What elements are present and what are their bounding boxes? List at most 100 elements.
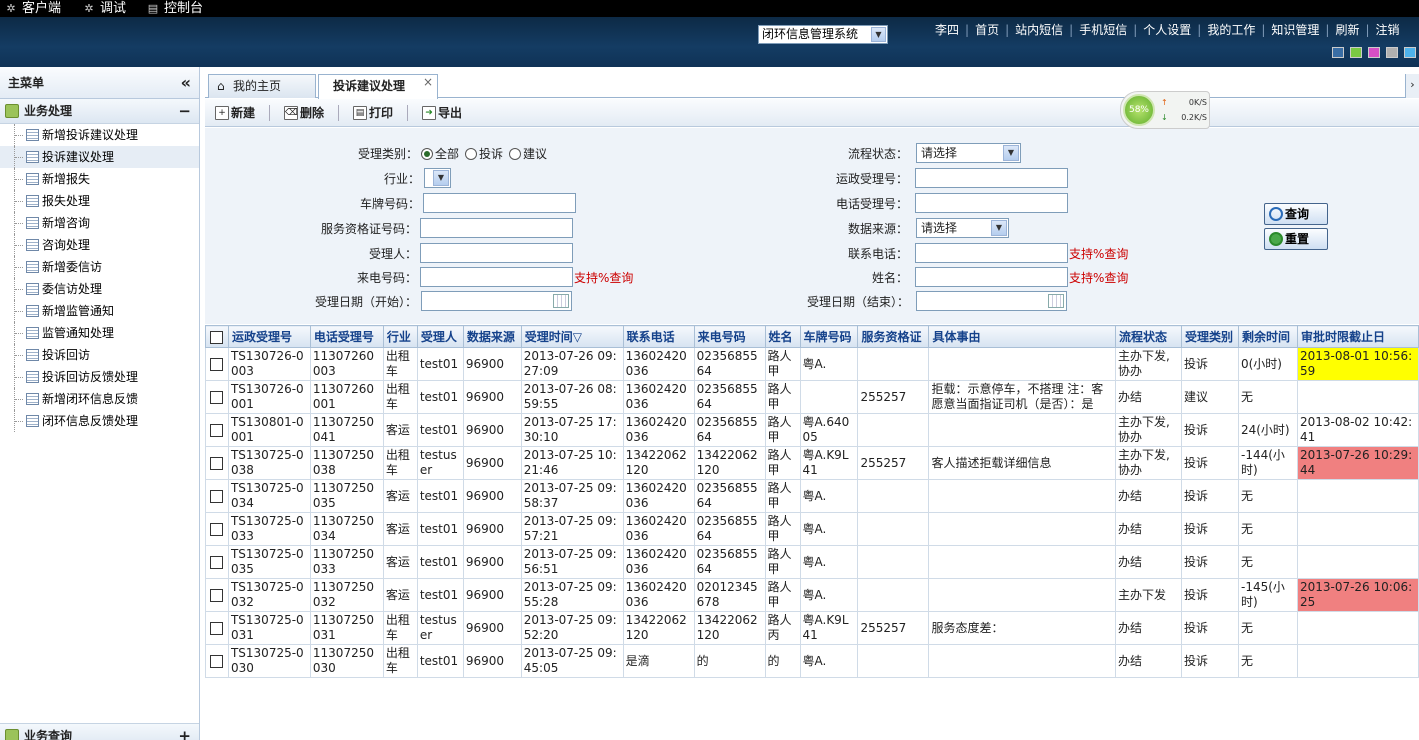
sidebar-item[interactable]: 咨询处理 (0, 234, 199, 256)
row-checkbox[interactable] (205, 545, 229, 579)
nav-sms[interactable]: 手机短信 (1079, 22, 1127, 38)
column-header[interactable]: 受理人 (416, 325, 464, 348)
row-checkbox[interactable] (205, 611, 229, 645)
row-checkbox[interactable] (205, 512, 229, 546)
new-button[interactable]: + 新建 (215, 104, 255, 121)
row-checkbox[interactable] (205, 413, 229, 447)
sidebar-group-business[interactable]: 业务处理 − (0, 99, 199, 124)
double-chevron-left-icon[interactable]: « (181, 67, 191, 99)
column-header[interactable]: 姓名 (764, 325, 801, 348)
export-button[interactable]: ➜ 导出 (422, 104, 462, 121)
select-all-checkbox[interactable] (205, 325, 229, 348)
sidebar-item[interactable]: 委信访处理 (0, 278, 199, 300)
column-header[interactable]: 具体事由 (928, 325, 1117, 348)
delete-button[interactable]: ⌫ 删除 (284, 104, 324, 121)
table-row[interactable]: TS130725-0031 11307250031 出租车 testuser 96900… (205, 611, 1419, 645)
table-row[interactable]: TS130725-0038 11307250038 出租车 testuser 96900… (205, 446, 1419, 480)
theme-swatch[interactable] (1404, 47, 1416, 58)
row-checkbox[interactable] (205, 578, 229, 612)
plate-input[interactable] (423, 193, 576, 213)
nav-logout[interactable]: 注销 (1376, 22, 1400, 38)
handler-input[interactable] (420, 243, 573, 263)
calendar-icon[interactable] (553, 294, 569, 308)
column-header[interactable]: 运政受理号 (227, 325, 311, 348)
industry-select[interactable]: ▼ (424, 168, 451, 188)
start-date-input[interactable] (421, 291, 572, 311)
reset-button[interactable]: 重置 (1264, 228, 1328, 250)
column-header[interactable]: 车牌号码 (799, 325, 859, 348)
source-select[interactable]: 请选择 ▼ (916, 218, 1009, 238)
phone-no-input[interactable] (915, 193, 1068, 213)
nav-settings[interactable]: 个人设置 (1143, 22, 1191, 38)
sidebar-item[interactable]: 新增报失 (0, 168, 199, 190)
column-header[interactable]: 审批时限截止日 (1296, 325, 1419, 348)
row-checkbox[interactable] (205, 380, 229, 414)
column-header[interactable]: 剩余时间 (1237, 325, 1298, 348)
sidebar-item[interactable]: 投诉回访 (0, 344, 199, 366)
row-checkbox[interactable] (205, 479, 229, 513)
client-link[interactable]: ✲ 客户端 (4, 0, 61, 17)
table-row[interactable]: TS130726-0003 11307260003 出租车 test01 96900 20… (205, 347, 1419, 381)
row-checkbox[interactable] (205, 644, 229, 678)
debug-link[interactable]: ✲ 调试 (82, 0, 126, 17)
column-header[interactable]: 电话受理号 (309, 325, 384, 348)
sidebar-item[interactable]: 新增投诉建议处理 (0, 124, 199, 146)
type-radio-suggest[interactable]: 建议 (509, 145, 547, 162)
caller-input[interactable] (420, 267, 573, 287)
table-row[interactable]: TS130725-0030 11307250030 出租车 test01 96900 20… (205, 644, 1419, 678)
nav-refresh[interactable]: 刷新 (1335, 22, 1359, 38)
theme-swatch[interactable] (1386, 47, 1398, 58)
table-row[interactable]: TS130725-0033 11307250034 客运 test01 96900 201… (205, 512, 1419, 546)
theme-swatch[interactable] (1332, 47, 1344, 58)
table-row[interactable]: TS130725-0034 11307250035 客运 test01 96900 201… (205, 479, 1419, 513)
sidebar-item[interactable]: 投诉建议处理 (0, 146, 199, 168)
sidebar-item[interactable]: 投诉回访反馈处理 (0, 366, 199, 388)
end-date-input[interactable] (916, 291, 1067, 311)
sidebar-item[interactable]: 新增委信访 (0, 256, 199, 278)
column-header[interactable]: 服务资格证 (857, 325, 930, 348)
cert-input[interactable] (420, 218, 573, 238)
tab-complaint[interactable]: 投诉建议处理 × (318, 74, 438, 99)
table-row[interactable]: TS130726-0001 11307260001 出租车 test01 96900 20… (205, 380, 1419, 414)
sidebar-group-query[interactable]: 业务查询 + (0, 723, 199, 740)
column-header[interactable]: 联系电话 (622, 325, 695, 348)
column-header[interactable]: 数据来源 (462, 325, 522, 348)
nav-home[interactable]: 首页 (975, 22, 999, 38)
collapse-minus-icon[interactable]: − (178, 99, 191, 124)
nav-internal-msg[interactable]: 站内短信 (1015, 22, 1063, 38)
row-checkbox[interactable] (205, 347, 229, 381)
sidebar-item[interactable]: 报失处理 (0, 190, 199, 212)
theme-swatch[interactable] (1368, 47, 1380, 58)
query-button[interactable]: 查询 (1264, 203, 1328, 225)
theme-swatch[interactable] (1350, 47, 1362, 58)
sidebar-item[interactable]: 新增监管通知 (0, 300, 199, 322)
flow-select[interactable]: 请选择 ▼ (916, 143, 1021, 163)
column-header[interactable]: 受理类别 (1181, 325, 1239, 348)
row-checkbox[interactable] (205, 446, 229, 480)
type-radio-complaint[interactable]: 投诉 (465, 145, 503, 162)
column-header[interactable]: 行业 (382, 325, 418, 348)
sidebar-item[interactable]: 监管通知处理 (0, 322, 199, 344)
table-row[interactable]: TS130801-0001 11307250041 客运 test01 96900 201… (205, 413, 1419, 447)
print-button[interactable]: ▤ 打印 (353, 104, 393, 121)
system-select[interactable]: 闭环信息管理系统 ▼ (758, 25, 888, 44)
sidebar-item[interactable]: 新增闭环信息反馈 (0, 388, 199, 410)
table-row[interactable]: TS130725-0032 11307250032 客运 test01 96900 201… (205, 578, 1419, 612)
nav-knowledge[interactable]: 知识管理 (1271, 22, 1319, 38)
tab-home[interactable]: ⌂ 我的主页 (208, 74, 316, 98)
tab-scroll-right-icon[interactable]: › (1405, 74, 1419, 98)
column-header[interactable]: 来电号码 (693, 325, 766, 348)
sidebar-item[interactable]: 新增咨询 (0, 212, 199, 234)
calendar-icon[interactable] (1048, 294, 1064, 308)
expand-plus-icon[interactable]: + (178, 724, 191, 740)
nav-my-work[interactable]: 我的工作 (1207, 22, 1255, 38)
table-row[interactable]: TS130725-0035 11307250033 客运 test01 96900 201… (205, 545, 1419, 579)
contact-input[interactable] (915, 243, 1068, 263)
sidebar-item[interactable]: 闭环信息反馈处理 (0, 410, 199, 432)
close-icon[interactable]: × (423, 71, 433, 93)
console-link[interactable]: ▤ 控制台 (146, 0, 203, 17)
name-input[interactable] (915, 267, 1068, 287)
type-radio-all[interactable]: 全部 (421, 145, 459, 162)
yz-input[interactable] (915, 168, 1068, 188)
column-header[interactable]: 流程状态 (1115, 325, 1182, 348)
